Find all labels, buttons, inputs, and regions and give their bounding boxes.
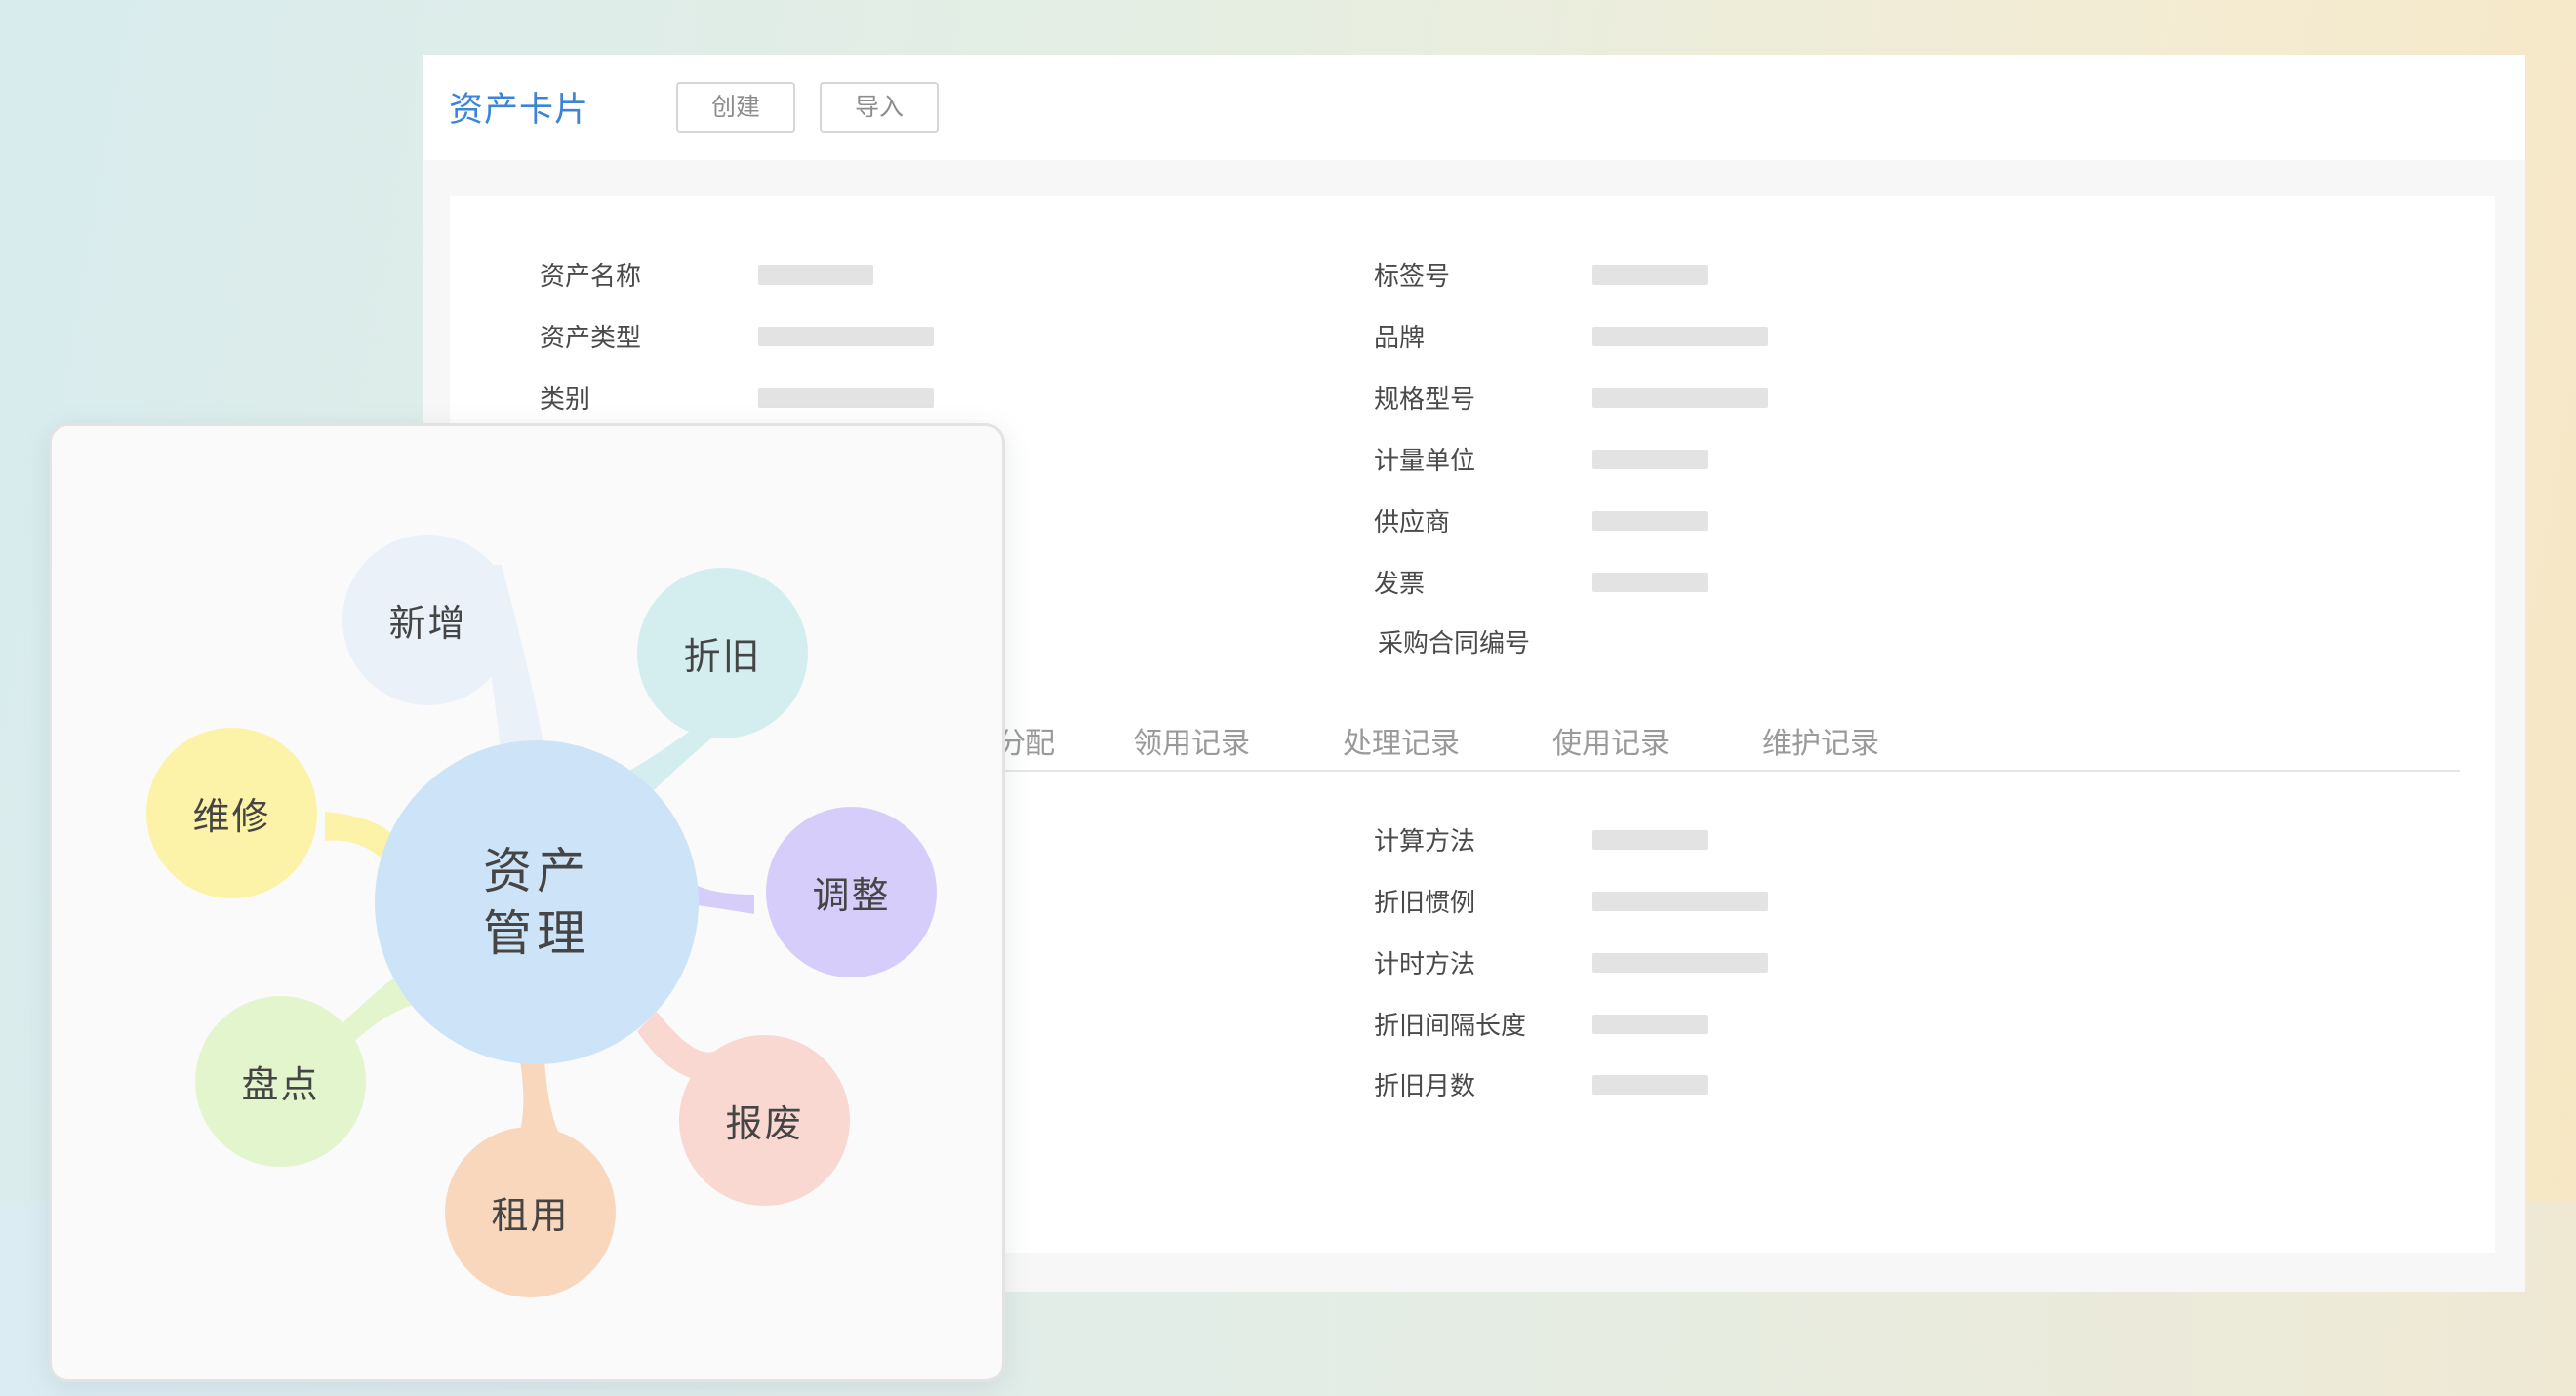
field-label-depreciation-convention: 折旧惯例 — [1374, 888, 1476, 917]
field-label-model: 规格型号 — [1374, 384, 1476, 414]
mindmap-node-lease[interactable]: 租用 — [445, 1127, 616, 1297]
field-label-calc-method: 计算方法 — [1374, 826, 1476, 856]
mindmap-center-node[interactable]: 资产 管理 — [375, 740, 699, 1064]
mindmap-node-depreciation[interactable]: 折旧 — [637, 568, 808, 738]
field-label-brand: 品牌 — [1374, 323, 1426, 352]
mindmap-center-line1: 资产 — [483, 844, 590, 898]
mindmap-center-line2: 管理 — [483, 906, 590, 961]
mindmap-node-repair-label: 维修 — [192, 797, 271, 838]
mindmap-node-repair[interactable]: 维修 — [146, 728, 317, 898]
import-button[interactable]: 导入 — [820, 82, 939, 133]
field-label-depreciation-months: 折旧月数 — [1374, 1071, 1476, 1100]
asset-management-mindmap: 新增 折旧 维修 调整 盘点 报废 租用 资产 管理 — [49, 423, 1005, 1382]
field-value-model[interactable] — [1592, 388, 1768, 408]
field-value-timing-method[interactable] — [1592, 953, 1768, 973]
field-value-unit[interactable] — [1592, 450, 1708, 469]
field-value-tag-number[interactable] — [1592, 265, 1708, 285]
field-label-invoice: 发票 — [1374, 569, 1426, 598]
mindmap-node-scrap[interactable]: 报废 — [679, 1035, 850, 1206]
field-value-brand[interactable] — [1592, 327, 1768, 346]
mindmap-node-lease-label: 租用 — [491, 1196, 570, 1237]
field-label-category: 类别 — [540, 384, 591, 414]
mindmap-node-inventory-label: 盘点 — [241, 1065, 320, 1106]
field-value-supplier[interactable] — [1592, 511, 1708, 531]
mindmap-node-add[interactable]: 新增 — [342, 535, 513, 705]
field-label-asset-type: 资产类型 — [540, 323, 642, 352]
field-label-interval-length: 折旧间隔长度 — [1374, 1011, 1527, 1040]
field-label-asset-name: 资产名称 — [540, 261, 642, 291]
field-value-calc-method[interactable] — [1592, 830, 1708, 850]
field-value-depreciation-months[interactable] — [1592, 1075, 1708, 1095]
field-label-timing-method: 计时方法 — [1374, 949, 1476, 978]
field-label-supplier: 供应商 — [1374, 507, 1451, 537]
page-title: 资产卡片 — [449, 91, 590, 129]
mindmap-node-scrap-label: 报废 — [725, 1104, 804, 1145]
field-value-category[interactable] — [758, 388, 934, 408]
mindmap-node-adjust[interactable]: 调整 — [766, 807, 937, 977]
tab-requisition-records[interactable]: 领用记录 — [1133, 719, 1250, 762]
mindmap-node-add-label: 新增 — [388, 604, 467, 645]
top-toolbar: 资产卡片 创建 导入 — [423, 55, 2525, 160]
field-label-unit: 计量单位 — [1374, 446, 1476, 475]
field-value-asset-type[interactable] — [758, 327, 934, 346]
field-value-invoice[interactable] — [1592, 573, 1708, 592]
tab-maintenance-records[interactable]: 维护记录 — [1762, 719, 1879, 762]
field-value-depreciation-convention[interactable] — [1592, 892, 1768, 911]
create-button[interactable]: 创建 — [676, 82, 795, 133]
field-value-interval-length[interactable] — [1592, 1015, 1708, 1034]
field-value-asset-name[interactable] — [758, 265, 873, 285]
tab-disposal-records[interactable]: 处理记录 — [1343, 719, 1460, 762]
field-label-tag-number: 标签号 — [1374, 261, 1451, 291]
tab-allocation[interactable]: 分配 — [996, 719, 1055, 762]
mindmap-node-depreciation-label: 折旧 — [683, 637, 762, 678]
mindmap-node-inventory[interactable]: 盘点 — [195, 996, 366, 1167]
tab-usage-records[interactable]: 使用记录 — [1552, 719, 1670, 762]
mindmap-node-adjust-label: 调整 — [812, 876, 891, 917]
field-label-contract-number: 采购合同编号 — [1378, 628, 1531, 658]
